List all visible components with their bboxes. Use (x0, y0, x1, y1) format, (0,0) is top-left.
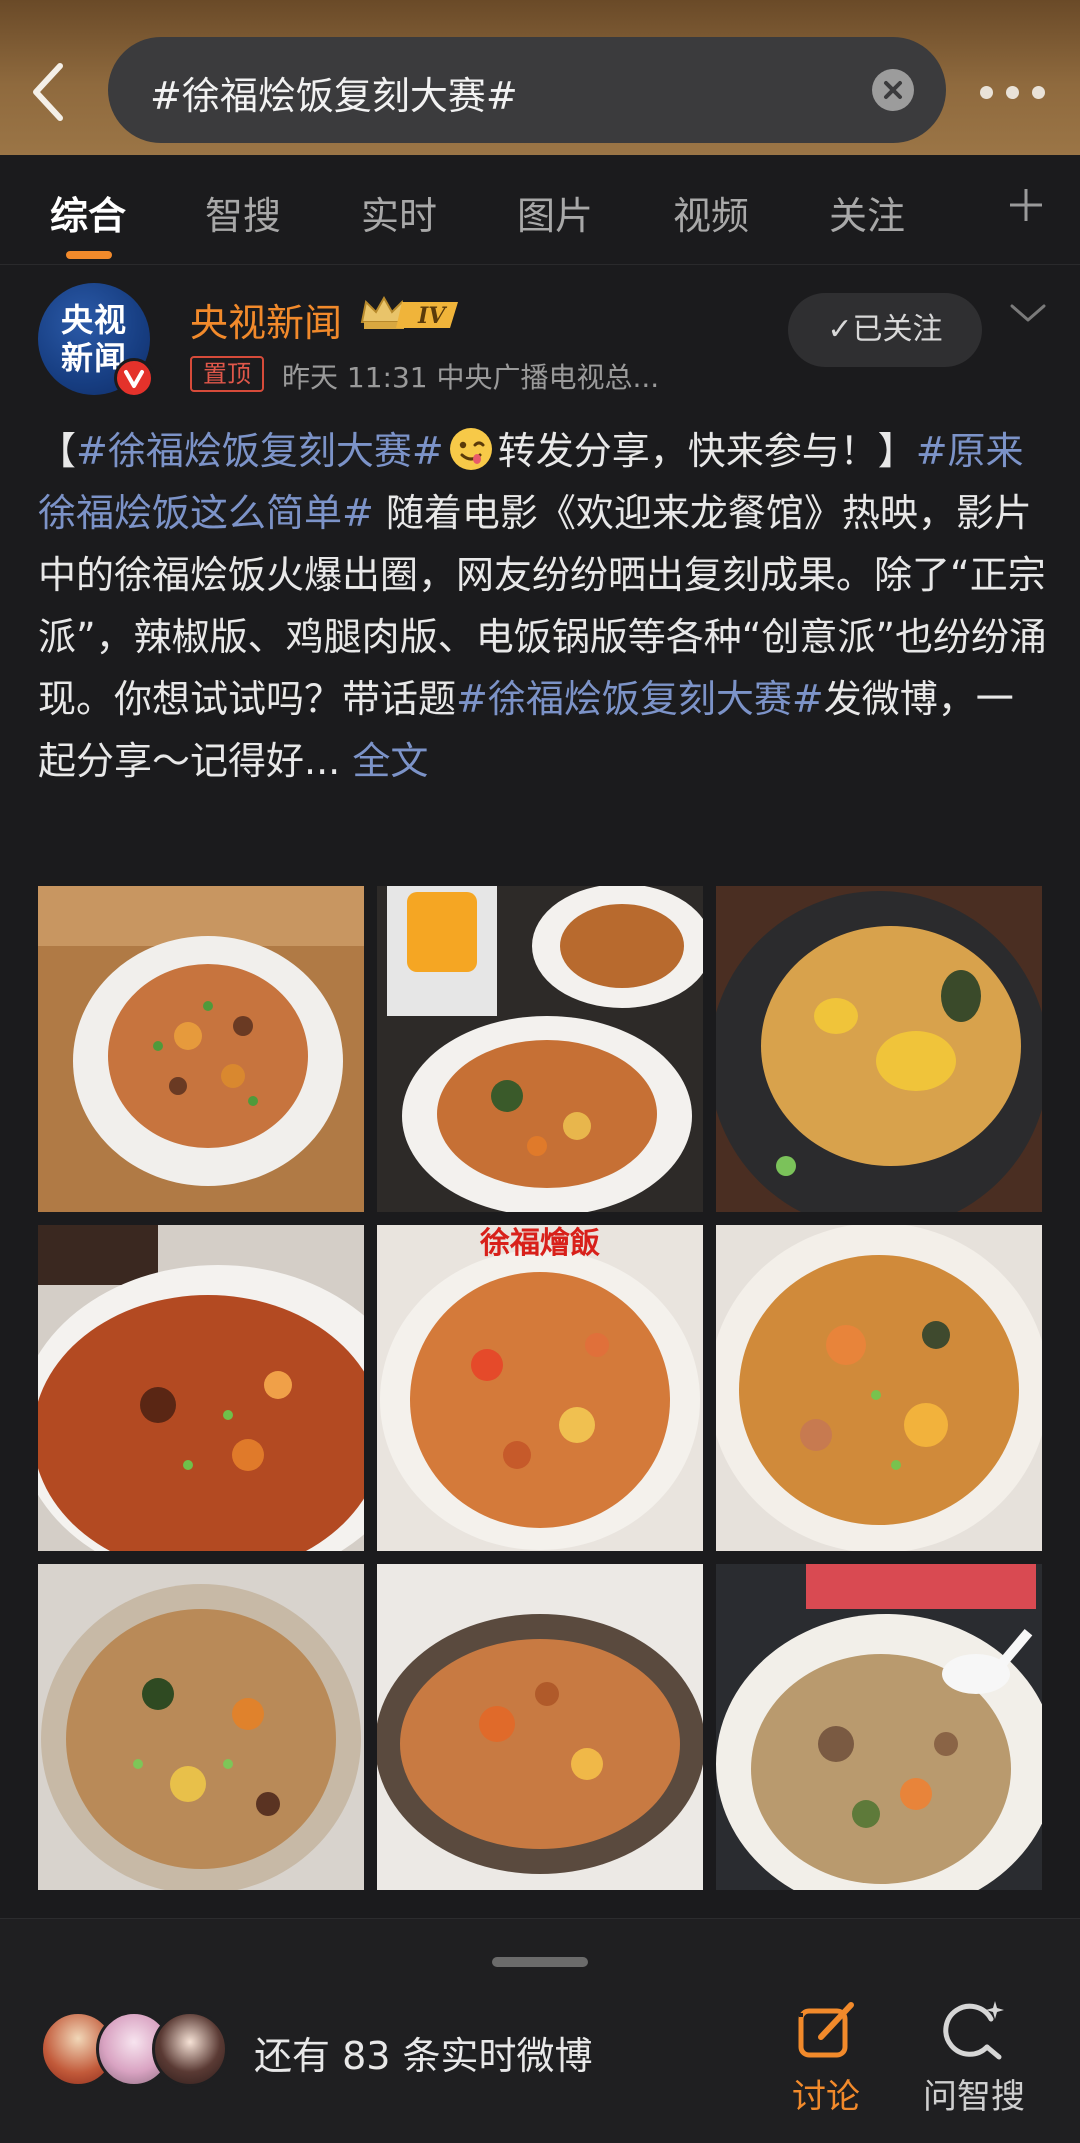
discuss-label: 讨论 (792, 2077, 860, 2117)
close-icon (884, 81, 902, 99)
category-tabs: 综合 智搜 实时 图片 视频 关注 (0, 155, 1080, 265)
tab-all[interactable]: 综合 (50, 185, 126, 240)
follow-button[interactable]: ✓已关注 (788, 293, 982, 367)
image-grid: 徐福燴飯 (38, 886, 1044, 1890)
post-text: 【#徐福烩饭复刻大赛# 转发分享，快来参与！】#原来徐福烩饭这么简单# 随着电影《… (38, 420, 1048, 792)
smart-search-icon (943, 2001, 1004, 2060)
tab-videos[interactable]: 视频 (673, 185, 749, 240)
post-image-9[interactable] (716, 1564, 1042, 1890)
user-avatar-stack[interactable] (40, 2011, 240, 2087)
add-tab-button[interactable] (1006, 185, 1046, 225)
clear-search-button[interactable] (872, 69, 914, 111)
back-arrow-icon (33, 63, 63, 121)
tab-realtime[interactable]: 实时 (361, 185, 437, 240)
post-image-8[interactable] (377, 1564, 703, 1890)
rice-dish-photo (716, 886, 1042, 1212)
post-image-5[interactable]: 徐福燴飯 (377, 1225, 703, 1551)
edit-compose-icon (798, 2002, 854, 2058)
more-options-button[interactable] (980, 72, 1046, 112)
drag-handle[interactable] (492, 1957, 588, 1967)
discuss-button[interactable]: 讨论 (790, 1999, 862, 2119)
rice-dish-photo (38, 1225, 364, 1551)
hashtag-link[interactable]: #徐福烩饭复刻大赛# (76, 429, 444, 473)
post-menu-button[interactable] (1008, 298, 1048, 328)
tab-following[interactable]: 关注 (829, 185, 905, 240)
rice-dish-photo (377, 1564, 703, 1890)
pinned-badge: 置顶 (190, 356, 264, 392)
rice-dish-photo (38, 886, 364, 1212)
post-image-6[interactable] (716, 1225, 1042, 1551)
crown-level-badge-icon: IV (358, 292, 464, 336)
chevron-down-icon (1010, 304, 1046, 322)
bracket-open: 【 (38, 429, 77, 473)
search-query-text: #徐福烩饭复刻大赛# (150, 74, 518, 118)
post-meta: 昨天 11:31 中央广播电视总... (282, 361, 660, 394)
search-results-page: #徐福烩饭复刻大赛# 综合 智搜 实时 图片 视频 关注 央视新闻 央视新闻 I… (0, 0, 1080, 2143)
more-dot-icon (980, 86, 993, 99)
top-bar: #徐福烩饭复刻大赛# (0, 0, 1080, 155)
post-image-4[interactable] (38, 1225, 364, 1551)
rice-dish-photo (377, 886, 703, 1212)
realtime-count-text[interactable]: 还有 83 条实时微博 (254, 2025, 593, 2080)
verified-icon (114, 358, 154, 398)
avatar (152, 2011, 228, 2087)
body-text: 转发分享，快来参与！】 (497, 429, 916, 473)
full-text-link[interactable]: 全文 (352, 739, 428, 783)
rice-dish-photo (716, 1564, 1042, 1890)
image-overlay-text: 徐福燴飯 (479, 1226, 600, 1261)
post-image-2[interactable] (377, 886, 703, 1212)
active-tab-indicator (66, 251, 112, 259)
search-input[interactable]: #徐福烩饭复刻大赛# (108, 37, 946, 143)
tab-images[interactable]: 图片 (517, 185, 593, 240)
author-name[interactable]: 央视新闻 (190, 292, 342, 347)
plus-icon (1010, 189, 1042, 221)
rice-dish-photo: 徐福燴飯 (377, 1225, 703, 1551)
realtime-bottom-bar: 还有 83 条实时微博 讨论 问智搜 (0, 1918, 1080, 2143)
ask-smart-search-button[interactable]: 问智搜 (918, 1999, 1030, 2119)
ask-smart-search-label: 问智搜 (923, 2077, 1025, 2117)
rice-dish-photo (716, 1225, 1042, 1551)
tab-smart-search[interactable]: 智搜 (205, 185, 281, 240)
wink-emoji-icon (448, 426, 494, 472)
level-badge-text: IV (417, 303, 447, 329)
more-dot-icon (1032, 86, 1045, 99)
rice-dish-photo (38, 1564, 364, 1890)
post-image-7[interactable] (38, 1564, 364, 1890)
more-dot-icon (1006, 86, 1019, 99)
post-image-1[interactable] (38, 886, 364, 1212)
hashtag-link[interactable]: #徐福烩饭复刻大赛# (456, 677, 824, 721)
post-image-3[interactable] (716, 886, 1042, 1212)
back-button[interactable] (18, 52, 82, 132)
